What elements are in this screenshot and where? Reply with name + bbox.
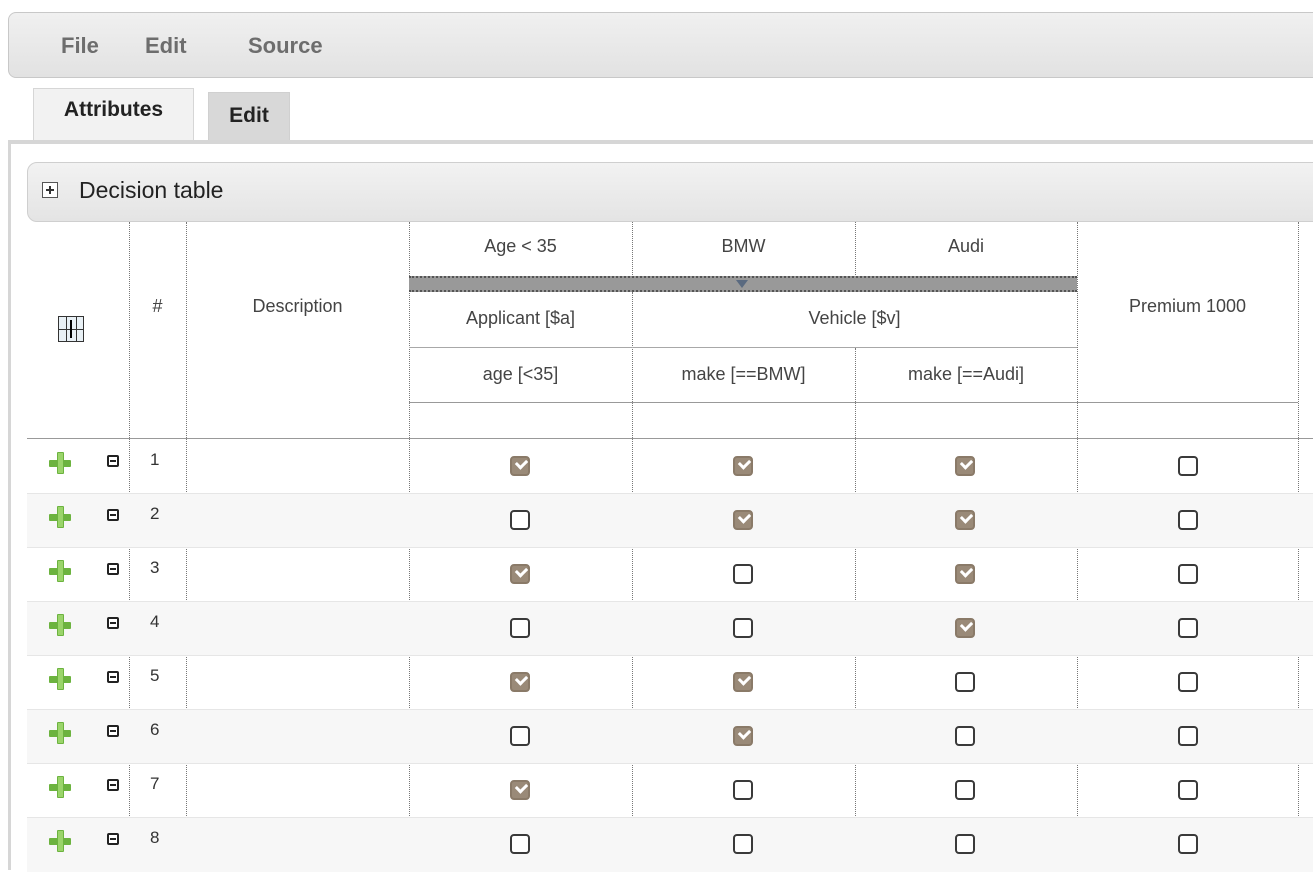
- checkbox-age[interactable]: [510, 564, 530, 584]
- menu-bar: File Edit Source: [8, 12, 1313, 78]
- checkbox-age[interactable]: [510, 780, 530, 800]
- add-row-icon[interactable]: [49, 722, 71, 744]
- decision-table-header[interactable]: Decision table: [27, 162, 1313, 222]
- row-number-header: #: [152, 296, 163, 316]
- row-number: 3: [150, 558, 160, 577]
- add-row-icon[interactable]: [49, 506, 71, 528]
- checkbox-premium[interactable]: [1178, 510, 1198, 530]
- checkbox-premium[interactable]: [1178, 834, 1198, 854]
- table-row[interactable]: 4: [27, 602, 1313, 656]
- section-title: Decision table: [79, 177, 224, 203]
- row-number: 8: [150, 828, 160, 847]
- field-make-audi[interactable]: make [==Audi]: [855, 364, 1077, 385]
- checkbox-audi[interactable]: [955, 780, 975, 800]
- add-row-icon[interactable]: [49, 830, 71, 852]
- checkbox-premium[interactable]: [1178, 456, 1198, 476]
- pattern-vehicle[interactable]: Vehicle [$v]: [632, 308, 1077, 329]
- checkbox-age[interactable]: [510, 726, 530, 746]
- grid-line: [27, 438, 1313, 439]
- checkbox-premium[interactable]: [1178, 780, 1198, 800]
- row-number: 6: [150, 720, 160, 739]
- table-row[interactable]: 8: [27, 818, 1313, 872]
- checkbox-age[interactable]: [510, 834, 530, 854]
- table-row[interactable]: 1: [27, 440, 1313, 494]
- add-row-icon[interactable]: [49, 560, 71, 582]
- checkbox-audi[interactable]: [955, 618, 975, 638]
- checkbox-bmw[interactable]: [733, 564, 753, 584]
- delete-row-icon[interactable]: [107, 617, 119, 629]
- menu-source[interactable]: Source: [248, 33, 323, 59]
- checkbox-premium[interactable]: [1178, 726, 1198, 746]
- column-config-icon[interactable]: [58, 316, 84, 342]
- checkbox-audi[interactable]: [955, 834, 975, 854]
- grid-line: [409, 402, 1298, 403]
- checkbox-audi[interactable]: [955, 456, 975, 476]
- checkbox-audi[interactable]: [955, 564, 975, 584]
- grid-line: [409, 347, 1077, 348]
- field-age[interactable]: age [<35]: [409, 364, 632, 385]
- checkbox-bmw[interactable]: [733, 456, 753, 476]
- delete-row-icon[interactable]: [107, 779, 119, 791]
- row-number: 4: [150, 612, 160, 631]
- checkbox-audi[interactable]: [955, 672, 975, 692]
- add-row-icon[interactable]: [49, 614, 71, 636]
- table-row[interactable]: 5: [27, 656, 1313, 710]
- field-make-bmw[interactable]: make [==BMW]: [632, 364, 855, 385]
- table-row[interactable]: 6: [27, 710, 1313, 764]
- delete-row-icon[interactable]: [107, 671, 119, 683]
- checkbox-age[interactable]: [510, 456, 530, 476]
- row-number: 7: [150, 774, 160, 793]
- expand-icon[interactable]: [42, 182, 58, 198]
- tab-attributes[interactable]: Attributes: [33, 88, 194, 140]
- checkbox-bmw[interactable]: [733, 510, 753, 530]
- description-header: Description: [252, 296, 343, 316]
- panel-border-top: [8, 140, 1313, 144]
- delete-row-icon[interactable]: [107, 833, 119, 845]
- checkbox-premium[interactable]: [1178, 564, 1198, 584]
- table-row[interactable]: 7: [27, 764, 1313, 818]
- checkbox-age[interactable]: [510, 672, 530, 692]
- tab-bar: Attributes Edit: [0, 82, 1313, 142]
- action-header-premium[interactable]: Premium 1000: [1077, 296, 1298, 317]
- menu-edit[interactable]: Edit: [145, 33, 187, 59]
- checkbox-premium[interactable]: [1178, 672, 1198, 692]
- delete-row-icon[interactable]: [107, 455, 119, 467]
- checkbox-bmw[interactable]: [733, 834, 753, 854]
- table-row[interactable]: 2: [27, 494, 1313, 548]
- condition-header-audi[interactable]: Audi: [855, 236, 1077, 257]
- pattern-applicant[interactable]: Applicant [$a]: [409, 308, 632, 329]
- row-number: 1: [150, 450, 160, 469]
- checkbox-audi[interactable]: [955, 726, 975, 746]
- checkbox-bmw[interactable]: [733, 672, 753, 692]
- add-row-icon[interactable]: [49, 668, 71, 690]
- add-row-icon[interactable]: [49, 776, 71, 798]
- delete-row-icon[interactable]: [107, 725, 119, 737]
- collapse-arrow-icon[interactable]: [736, 280, 748, 288]
- condition-header-age[interactable]: Age < 35: [409, 236, 632, 257]
- checkbox-bmw[interactable]: [733, 726, 753, 746]
- table-row[interactable]: 3: [27, 548, 1313, 602]
- delete-row-icon[interactable]: [107, 509, 119, 521]
- menu-file[interactable]: File: [61, 33, 99, 59]
- checkbox-age[interactable]: [510, 618, 530, 638]
- checkbox-bmw[interactable]: [733, 618, 753, 638]
- checkbox-bmw[interactable]: [733, 780, 753, 800]
- row-number: 2: [150, 504, 160, 523]
- checkbox-age[interactable]: [510, 510, 530, 530]
- panel-border-left: [8, 140, 11, 870]
- add-row-icon[interactable]: [49, 452, 71, 474]
- checkbox-audi[interactable]: [955, 510, 975, 530]
- row-number: 5: [150, 666, 160, 685]
- checkbox-premium[interactable]: [1178, 618, 1198, 638]
- condition-header-bmw[interactable]: BMW: [632, 236, 855, 257]
- tab-edit[interactable]: Edit: [208, 92, 290, 142]
- delete-row-icon[interactable]: [107, 563, 119, 575]
